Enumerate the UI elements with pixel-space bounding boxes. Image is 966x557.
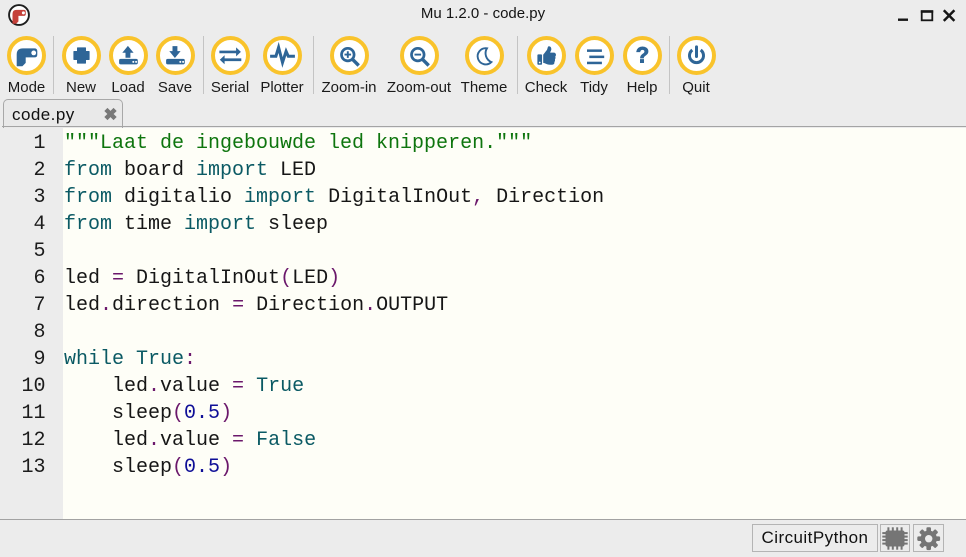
- svg-text:?: ?: [635, 42, 648, 67]
